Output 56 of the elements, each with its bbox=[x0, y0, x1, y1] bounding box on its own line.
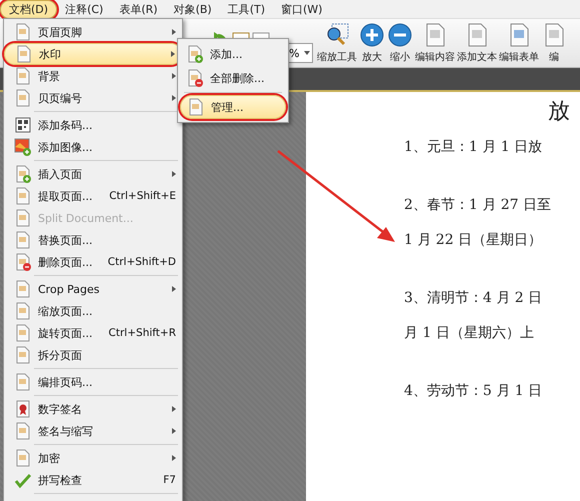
menu-item[interactable]: 删除页面... Ctrl+Shift+D bbox=[4, 251, 182, 273]
menu-bar-item[interactable]: 窗口(W) bbox=[273, 0, 330, 18]
doc-page-icon bbox=[14, 89, 32, 107]
menu-bar-item[interactable]: 表单(R) bbox=[111, 0, 166, 18]
document-text: 2、春节：1 月 27 日至 bbox=[404, 196, 551, 214]
document-text: 4、劳动节：5 月 1 日 bbox=[404, 382, 542, 400]
zoom-value: % bbox=[289, 46, 300, 60]
menu-item[interactable]: 替换页面... bbox=[4, 229, 182, 251]
picture-add-icon bbox=[14, 138, 32, 156]
toolbar-button[interactable]: 缩放工具 bbox=[317, 22, 357, 64]
menu-item[interactable]: 编排页码... bbox=[4, 371, 182, 393]
menu-item[interactable]: Crop Pages bbox=[4, 278, 182, 300]
toolbar-button[interactable]: 编 bbox=[541, 22, 567, 64]
menu-bar-item[interactable]: 文档(D) bbox=[0, 0, 58, 18]
menu-item[interactable]: 拼写检查 F7 bbox=[4, 469, 182, 491]
menu-item[interactable]: 拆分页面 bbox=[4, 344, 182, 366]
menu-item[interactable]: 全部删除... bbox=[180, 66, 286, 90]
menu-item[interactable]: 添加条码... bbox=[4, 114, 182, 136]
toolbar-button[interactable]: 编辑表单 bbox=[499, 22, 539, 64]
toolbar-button[interactable]: 编辑内容 bbox=[415, 22, 455, 64]
document-title: 放 bbox=[548, 98, 571, 126]
toolbar-button[interactable]: 添加文本 bbox=[457, 22, 497, 64]
doc-page-icon bbox=[14, 23, 32, 41]
zoom-in-icon bbox=[359, 22, 385, 48]
menu-bar-item[interactable]: 工具(T) bbox=[220, 0, 274, 18]
document-text: 3、清明节：4 月 2 日 bbox=[404, 289, 542, 307]
menu-bar-item[interactable]: 注释(C) bbox=[57, 0, 112, 18]
document-text: 1 月 22 日（星期日） bbox=[404, 231, 542, 249]
doc-add-icon bbox=[186, 45, 204, 63]
menu-item[interactable]: 添加图像... bbox=[4, 136, 182, 158]
doc-page-icon bbox=[14, 373, 32, 391]
menu-item[interactable]: 提取页面... Ctrl+Shift+E bbox=[4, 185, 182, 207]
doc-page-icon bbox=[14, 302, 32, 320]
doc-remove-icon bbox=[14, 253, 32, 271]
menu-item[interactable]: 缩放页面... bbox=[4, 300, 182, 322]
toolbar-button[interactable]: 缩小 bbox=[387, 22, 413, 64]
doc-add-icon bbox=[14, 165, 32, 183]
menu-item[interactable]: 页眉页脚 bbox=[4, 21, 182, 43]
menu-item[interactable]: 旋转页面... Ctrl+Shift+R bbox=[4, 322, 182, 344]
menu-item[interactable]: 数字签名 bbox=[4, 398, 182, 420]
toolbar-button[interactable]: 放大 bbox=[359, 22, 385, 64]
barcode-icon bbox=[14, 116, 32, 134]
document-text: 月 1 日（星期六）上 bbox=[404, 324, 534, 342]
document-text: 1、元旦：1 月 1 日放 bbox=[404, 138, 542, 156]
ribbon-icon bbox=[14, 400, 32, 418]
doc-page-icon bbox=[14, 209, 32, 227]
menu-item[interactable]: 加密 bbox=[4, 447, 182, 469]
doc-remove-icon bbox=[186, 69, 204, 87]
doc-page-icon bbox=[15, 45, 33, 63]
zoom-out-icon bbox=[387, 22, 413, 48]
menu-bar-item[interactable]: 对象(B) bbox=[166, 0, 220, 18]
menu-item[interactable]: 插入页面 bbox=[4, 163, 182, 185]
menu-item[interactable]: 签名与缩写 bbox=[4, 420, 182, 442]
check-icon bbox=[14, 471, 32, 489]
doc-page-icon bbox=[14, 187, 32, 205]
menu-item[interactable]: 管理... bbox=[180, 95, 286, 119]
